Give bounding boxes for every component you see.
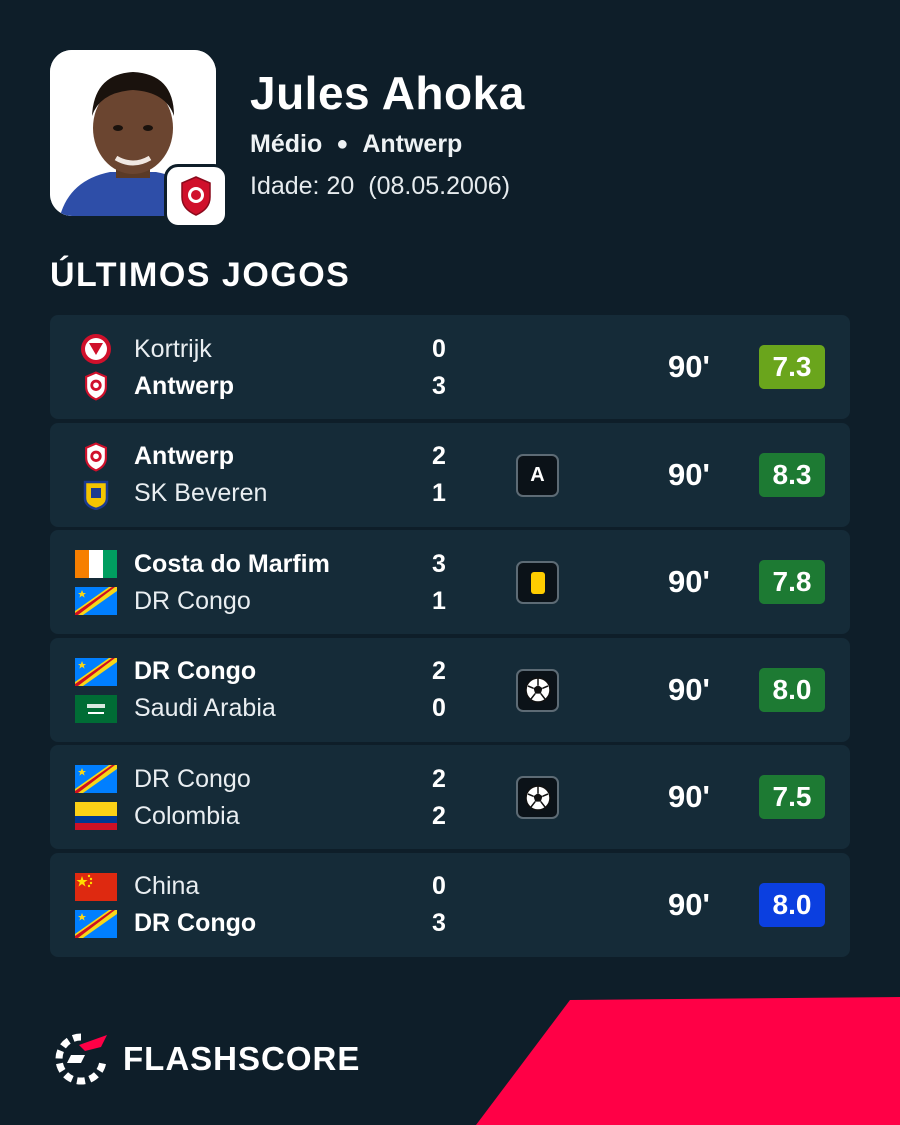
section-title: ÚLTIMOS JOGOS xyxy=(50,256,351,294)
home-team-logo xyxy=(75,334,117,364)
away-team-row: DR Congo 3 xyxy=(50,905,470,943)
player-birthdate: (08.05.2006) xyxy=(368,172,511,200)
away-team-score: 0 xyxy=(432,694,446,722)
away-team-name: Antwerp xyxy=(134,371,234,400)
home-team-logo xyxy=(75,441,117,472)
minutes-played: 90' xyxy=(668,456,710,492)
away-team-row: Antwerp 3 xyxy=(50,367,470,405)
away-team-logo xyxy=(75,479,117,510)
match-row[interactable]: Costa do Marfim 3 DR Congo 1 90' 7.8 xyxy=(50,530,850,634)
player-rating: 7.3 xyxy=(759,345,825,389)
away-team-logo xyxy=(75,586,117,616)
goal-ball-icon xyxy=(516,668,559,712)
brand: FLASHSCORE xyxy=(55,1033,360,1085)
minutes-played: 90' xyxy=(668,671,710,707)
antwerp-crest-icon xyxy=(181,176,211,216)
minutes-played: 90' xyxy=(668,886,710,922)
colombia-flag-icon xyxy=(75,802,117,830)
minutes-played: 90' xyxy=(668,779,710,814)
away-team-logo xyxy=(75,371,117,401)
home-team-row: DR Congo 2 xyxy=(50,653,470,691)
match-row[interactable]: DR Congo 2 Saudi Arabia 0 90' 8.0 xyxy=(50,637,850,742)
player-rating: 7.5 xyxy=(759,775,825,819)
player-rating: 7.8 xyxy=(759,560,825,604)
away-team-name: DR Congo xyxy=(134,909,257,937)
home-team-score: 0 xyxy=(432,334,446,363)
separator-dot: ● xyxy=(336,133,349,155)
home-team-logo xyxy=(75,657,117,687)
minutes-played: 90' xyxy=(668,349,710,384)
away-team-name: DR Congo xyxy=(134,586,251,615)
away-team-name: Colombia xyxy=(134,801,240,830)
away-team-logo xyxy=(75,909,117,939)
home-team-row: China 0 xyxy=(50,868,470,906)
dr-congo-flag-icon xyxy=(75,587,117,615)
player-name: Jules Ahoka xyxy=(250,67,525,119)
beveren-crest-icon xyxy=(83,480,109,510)
home-team-name: DR Congo xyxy=(134,764,251,793)
home-team-score: 2 xyxy=(432,657,446,685)
home-team-row: Antwerp 2 xyxy=(50,438,470,476)
away-team-score: 3 xyxy=(432,371,446,400)
brand-name: FLASHSCORE xyxy=(123,1040,361,1077)
home-team-logo xyxy=(75,872,117,902)
away-team-row: SK Beveren 1 xyxy=(50,475,470,513)
player-rating: 8.0 xyxy=(759,882,825,927)
antwerp-crest-icon xyxy=(85,441,107,472)
match-row[interactable]: DR Congo 2 Colombia 2 90' 7.5 xyxy=(50,745,850,849)
away-team-score: 1 xyxy=(432,586,446,615)
player-rating: 8.3 xyxy=(759,452,825,497)
player-club: Antwerp xyxy=(362,130,463,158)
match-list: Kortrijk 0 Antwerp 3 90' 7.3 Antwerp 2 S… xyxy=(50,315,850,960)
away-team-name: SK Beveren xyxy=(134,479,268,507)
home-team-name: Costa do Marfim xyxy=(134,549,330,578)
flashscore-logo-icon xyxy=(55,1033,107,1085)
match-row[interactable]: China 0 DR Congo 3 90' 8.0 xyxy=(50,852,850,957)
player-rating: 8.0 xyxy=(759,667,825,712)
home-team-name: Antwerp xyxy=(134,442,234,470)
assist-icon: A xyxy=(516,453,559,497)
home-team-score: 2 xyxy=(432,442,446,470)
player-meta: Médio ● Antwerp xyxy=(250,130,462,159)
kortrijk-crest-icon xyxy=(81,334,111,364)
home-team-row: Costa do Marfim 3 xyxy=(50,545,470,583)
home-team-score: 0 xyxy=(432,872,446,900)
home-team-logo xyxy=(75,549,117,579)
away-team-row: Colombia 2 xyxy=(50,797,470,835)
dr-congo-flag-icon xyxy=(75,765,117,793)
dr-congo-flag-icon xyxy=(75,657,117,686)
away-team-logo xyxy=(75,694,117,724)
away-team-row: Saudi Arabia 0 xyxy=(50,690,470,728)
home-team-name: China xyxy=(134,872,200,900)
club-badge xyxy=(164,164,228,228)
dr-congo-flag-icon xyxy=(75,909,117,938)
home-team-row: DR Congo 2 xyxy=(50,760,470,798)
player-age-label: Idade: 20 xyxy=(250,172,355,200)
away-team-score: 2 xyxy=(432,801,446,830)
away-team-name: Saudi Arabia xyxy=(134,694,276,722)
china-flag-icon xyxy=(75,872,117,901)
yellow-card-icon xyxy=(516,561,559,604)
minutes-played: 90' xyxy=(668,564,710,599)
match-row[interactable]: Antwerp 2 SK Beveren 1 A 90' 8.3 xyxy=(50,422,850,527)
home-team-row: Kortrijk 0 xyxy=(50,330,470,368)
goal-ball-icon xyxy=(516,776,559,819)
home-team-logo xyxy=(75,764,117,794)
home-team-name: DR Congo xyxy=(134,657,257,685)
away-team-score: 1 xyxy=(432,479,446,507)
away-team-logo xyxy=(75,801,117,831)
away-team-score: 3 xyxy=(432,909,446,937)
home-team-score: 2 xyxy=(432,764,446,793)
ivory-coast-flag-icon xyxy=(75,550,117,578)
away-team-row: DR Congo 1 xyxy=(50,582,470,620)
match-row[interactable]: Kortrijk 0 Antwerp 3 90' 7.3 xyxy=(50,315,850,419)
player-age: Idade: 20 (08.05.2006) xyxy=(250,172,510,201)
antwerp-crest-icon xyxy=(85,371,107,401)
player-position: Médio xyxy=(250,130,323,158)
home-team-name: Kortrijk xyxy=(134,334,212,363)
saudi-arabia-flag-icon xyxy=(75,694,117,723)
home-team-score: 3 xyxy=(432,549,446,578)
